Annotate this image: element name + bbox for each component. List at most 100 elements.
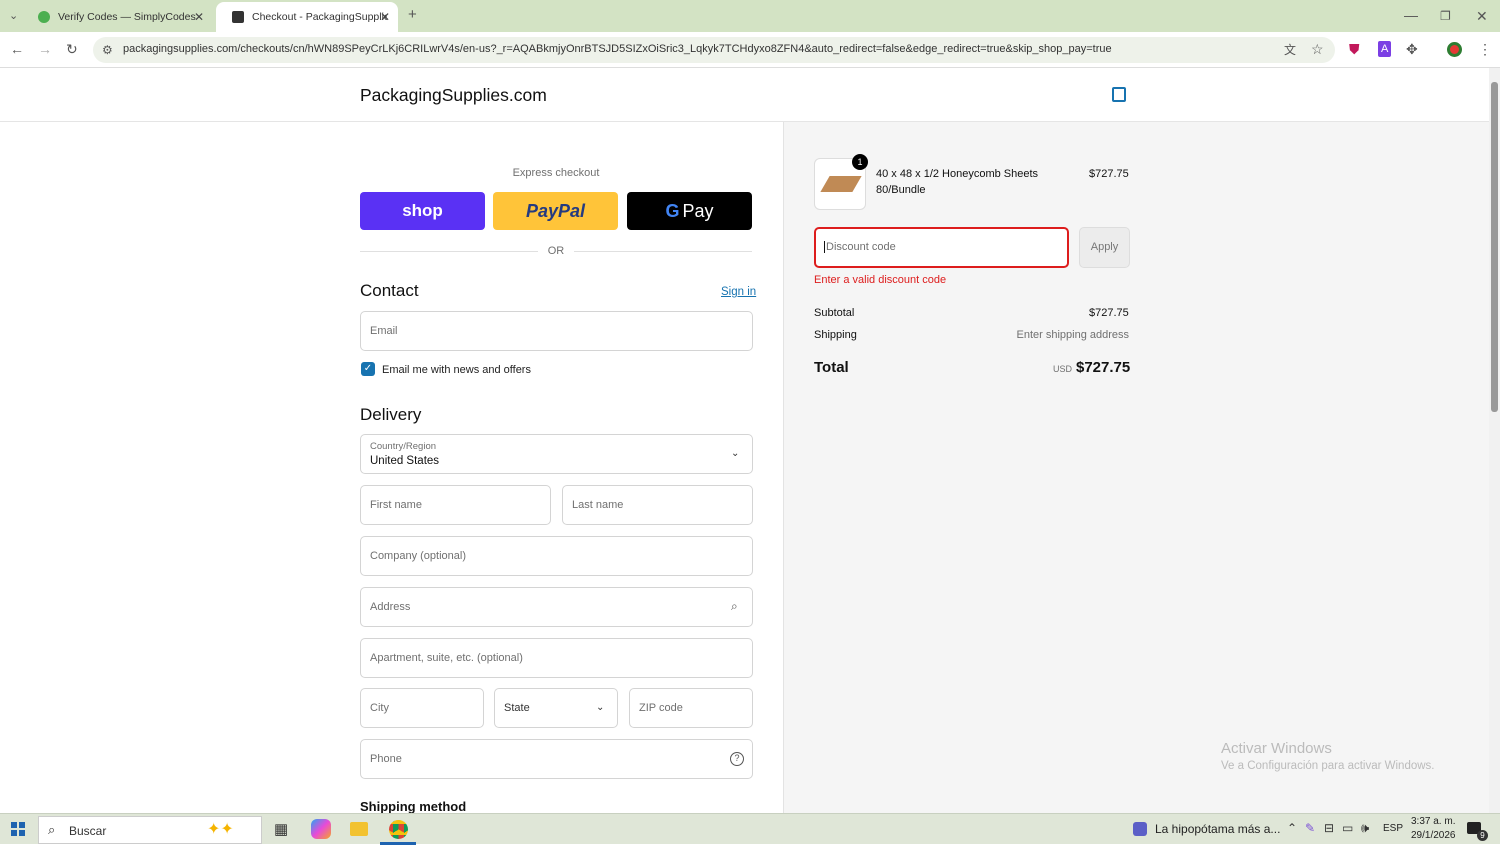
- tab-search-icon[interactable]: ⌄: [9, 9, 18, 23]
- google-pay-button[interactable]: G Pay: [627, 192, 752, 230]
- currency-code: USD: [1053, 364, 1073, 374]
- apartment-field[interactable]: Apartment, suite, etc. (optional): [360, 638, 753, 678]
- first-name-field[interactable]: First name: [360, 485, 551, 525]
- browser-tab-bar: ⌄ Verify Codes — SimplyCodes ✕ Checkout …: [0, 0, 1500, 32]
- newsletter-checkbox[interactable]: ✓: [361, 362, 375, 376]
- product-name-line1: 40 x 48 x 1/2 Honeycomb Sheets: [876, 168, 1039, 180]
- extension-a-icon[interactable]: A: [1378, 41, 1392, 57]
- email-placeholder: Email: [370, 325, 398, 337]
- city-field[interactable]: City: [360, 688, 484, 728]
- zip-placeholder: ZIP code: [639, 702, 683, 714]
- discount-error-text: Enter a valid discount code: [814, 274, 947, 286]
- tab-simplycodes[interactable]: Verify Codes — SimplyCodes ✕: [22, 2, 212, 32]
- close-tab-icon[interactable]: ✕: [194, 10, 204, 24]
- close-tab-icon[interactable]: ✕: [380, 10, 390, 24]
- tab-title: Verify Codes — SimplyCodes: [58, 11, 196, 23]
- windows-taskbar: ⌕ Buscar ✦✦ ▦ La hipopótama más a... ⌃ ✎…: [0, 813, 1500, 845]
- back-icon[interactable]: ←: [10, 42, 24, 56]
- minimize-icon[interactable]: —: [1404, 8, 1418, 22]
- chevron-down-icon: ⌄: [731, 448, 740, 459]
- simplycodes-favicon-icon: [38, 11, 50, 23]
- address-field[interactable]: Address ⌕: [360, 587, 753, 627]
- menu-kebab-icon[interactable]: ⋮: [1478, 42, 1492, 56]
- zip-field[interactable]: ZIP code: [629, 688, 753, 728]
- help-circle-icon[interactable]: ?: [730, 752, 744, 766]
- pen-icon[interactable]: ✎: [1305, 821, 1315, 835]
- store-header: PackagingSupplies.com: [0, 68, 1489, 122]
- country-value: United States: [370, 455, 440, 467]
- search-icon: ⌕: [48, 822, 56, 837]
- cart-bag-icon[interactable]: [1112, 87, 1126, 102]
- media-title[interactable]: La hipopótama más a...: [1155, 822, 1280, 836]
- site-settings-icon[interactable]: ⚙: [102, 43, 113, 57]
- volume-icon[interactable]: 🕪: [1361, 820, 1369, 836]
- network-icon[interactable]: ▭: [1342, 821, 1353, 835]
- activate-windows-subtitle: Ve a Configuración para activar Windows.: [1221, 760, 1435, 772]
- address-bar[interactable]: ⚙ packagingsupplies.com/checkouts/cn/hWN…: [93, 37, 1335, 63]
- state-select[interactable]: State ⌄: [494, 688, 618, 728]
- total-value: $727.75: [1076, 359, 1131, 376]
- extension-shield-icon[interactable]: ⛊: [1349, 42, 1360, 56]
- clock-date[interactable]: 29/1/2026: [1411, 830, 1456, 841]
- hardware-icon[interactable]: ⊟: [1324, 821, 1334, 835]
- google-g-icon: G: [665, 200, 680, 221]
- country-label: Country/Region: [370, 441, 437, 452]
- last-name-placeholder: Last name: [572, 499, 624, 511]
- city-placeholder: City: [370, 702, 389, 714]
- apartment-placeholder: Apartment, suite, etc. (optional): [370, 652, 523, 664]
- windows-start-icon[interactable]: [11, 822, 25, 836]
- sign-in-link[interactable]: Sign in: [721, 286, 756, 298]
- page-scrollbar[interactable]: [1489, 68, 1500, 813]
- delivery-title: Delivery: [360, 405, 422, 424]
- country-select[interactable]: Country/Region United States ⌄: [360, 434, 753, 474]
- quantity-badge: 1: [852, 154, 868, 170]
- chevron-up-icon[interactable]: ⌃: [1287, 821, 1297, 835]
- new-tab-icon[interactable]: +: [408, 7, 417, 22]
- discount-placeholder: Discount code: [824, 241, 896, 253]
- media-app-icon[interactable]: [1133, 822, 1147, 836]
- tab-title: Checkout - PackagingSupplies.com: [252, 11, 387, 23]
- chevron-down-icon: ⌄: [596, 702, 605, 713]
- checkout-page: PackagingSupplies.com Express checkout s…: [0, 68, 1489, 813]
- translate-icon[interactable]: 文: [1284, 43, 1296, 57]
- forward-icon[interactable]: →: [38, 42, 52, 56]
- profile-avatar-icon[interactable]: [1447, 42, 1462, 57]
- tab-checkout[interactable]: Checkout - PackagingSupplies.com ✕: [216, 2, 398, 32]
- reload-icon[interactable]: ↻: [66, 42, 78, 56]
- extensions-puzzle-icon[interactable]: ✥: [1406, 42, 1418, 56]
- bookmark-star-icon[interactable]: ☆: [1311, 42, 1324, 56]
- apply-button[interactable]: Apply: [1079, 227, 1130, 268]
- or-text: OR: [538, 245, 574, 257]
- copilot-icon[interactable]: [311, 819, 331, 839]
- restore-icon[interactable]: ❐: [1440, 9, 1451, 23]
- phone-placeholder: Phone: [370, 753, 402, 765]
- apply-label: Apply: [1090, 241, 1119, 253]
- product-name-line2: 80/Bundle: [876, 184, 926, 196]
- company-field[interactable]: Company (optional): [360, 536, 753, 576]
- gpay-label: Pay: [682, 200, 714, 221]
- shop-pay-button[interactable]: shop: [360, 192, 485, 230]
- discount-code-field[interactable]: Discount code: [814, 227, 1069, 268]
- language-indicator[interactable]: ESP: [1383, 823, 1403, 834]
- chrome-taskbar-icon[interactable]: [389, 820, 408, 839]
- notification-count: 9: [1477, 830, 1488, 841]
- close-window-icon[interactable]: ✕: [1476, 9, 1488, 23]
- store-logo[interactable]: PackagingSupplies.com: [360, 85, 547, 106]
- phone-field[interactable]: Phone ?: [360, 739, 753, 779]
- email-field[interactable]: Email: [360, 311, 753, 351]
- shop-pay-label: shop: [402, 201, 443, 220]
- search-highlight-icon: ✦✦: [207, 821, 234, 838]
- state-placeholder: State: [504, 702, 530, 714]
- taskbar-search-box[interactable]: ⌕ Buscar ✦✦: [38, 816, 262, 844]
- task-view-icon[interactable]: ▦: [274, 820, 288, 838]
- paypal-label: PayPal: [525, 200, 586, 221]
- clock-time[interactable]: 3:37 a. m.: [1411, 816, 1455, 827]
- shopify-favicon-icon: [232, 11, 244, 23]
- last-name-field[interactable]: Last name: [562, 485, 753, 525]
- file-explorer-icon[interactable]: [350, 822, 368, 836]
- scrollbar-thumb[interactable]: [1491, 82, 1498, 412]
- product-price: $727.75: [1089, 168, 1129, 180]
- paypal-button[interactable]: PayPal: [493, 192, 618, 230]
- address-placeholder: Address: [370, 601, 411, 613]
- company-placeholder: Company (optional): [370, 550, 466, 562]
